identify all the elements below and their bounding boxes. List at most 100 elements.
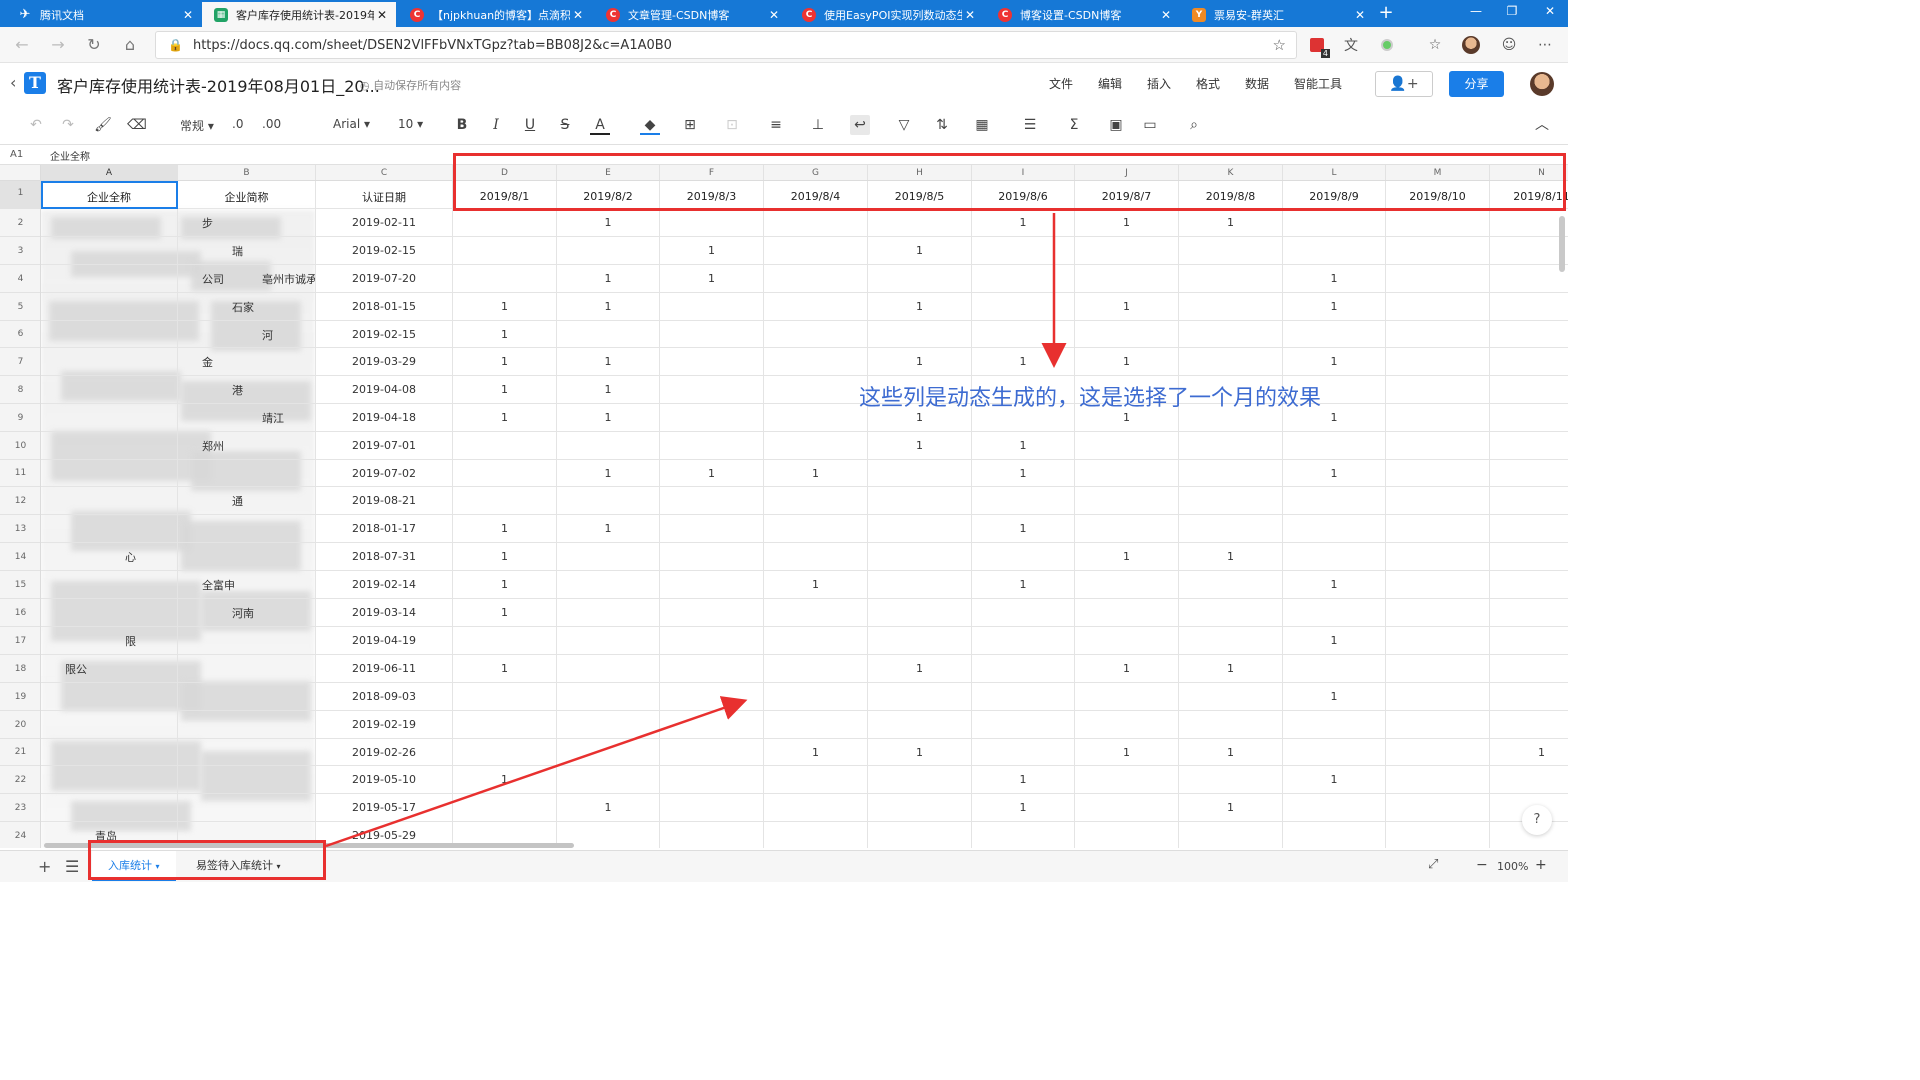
column-header-i[interactable]: I	[972, 165, 1075, 180]
find-replace-icon[interactable]: ⌕	[1184, 115, 1204, 135]
count-cell[interactable]	[972, 487, 1075, 515]
count-cell[interactable]	[972, 822, 1075, 848]
count-cell[interactable]	[1179, 571, 1283, 599]
company-short-name-cell[interactable]	[178, 543, 316, 571]
merge-cells-icon[interactable]: ⊡	[722, 115, 742, 135]
count-cell[interactable]	[868, 627, 972, 655]
browser-tab-sheet[interactable]: ▦ 客户库存使用统计表-2019年08月 ✕	[202, 2, 396, 27]
count-cell[interactable]	[1490, 321, 1568, 348]
count-cell[interactable]	[764, 237, 868, 265]
font-family-select[interactable]: Arial ▾	[333, 117, 370, 131]
count-cell[interactable]: 1	[1283, 627, 1386, 655]
number-format-select[interactable]: 常规 ▾	[180, 117, 214, 134]
count-cell[interactable]	[764, 321, 868, 348]
count-cell[interactable]	[1179, 321, 1283, 348]
count-cell[interactable]	[557, 543, 660, 571]
row-header-4[interactable]: 4	[0, 265, 40, 293]
count-cell[interactable]	[1490, 627, 1568, 655]
cert-date-cell[interactable]: 2019-03-14	[316, 599, 453, 627]
count-cell[interactable]: 1	[557, 404, 660, 432]
sum-function-icon[interactable]: Σ	[1064, 115, 1084, 135]
row-header-21[interactable]: 21	[0, 739, 40, 766]
cert-date-cell[interactable]: 2019-02-14	[316, 571, 453, 599]
bold-icon[interactable]: B	[452, 115, 472, 135]
count-cell[interactable]: 1	[764, 460, 868, 487]
company-short-name-cell[interactable]	[178, 460, 316, 487]
count-cell[interactable]	[557, 739, 660, 766]
help-button[interactable]: ?	[1522, 805, 1552, 835]
company-full-name-cell[interactable]	[41, 321, 178, 348]
count-cell[interactable]	[660, 822, 764, 848]
count-cell[interactable]	[660, 627, 764, 655]
count-cell[interactable]	[660, 209, 764, 237]
formula-input[interactable]: 企业全称	[50, 148, 90, 163]
count-cell[interactable]	[1490, 432, 1568, 460]
horizontal-align-icon[interactable]: ≡	[766, 115, 786, 135]
company-short-name-cell[interactable]	[178, 627, 316, 655]
count-cell[interactable]: 1	[660, 460, 764, 487]
company-full-name-cell[interactable]	[41, 627, 178, 655]
count-cell[interactable]	[453, 739, 557, 766]
count-cell[interactable]	[557, 627, 660, 655]
count-cell[interactable]	[1386, 376, 1490, 404]
row-header-14[interactable]: 14	[0, 543, 40, 571]
company-full-name-cell[interactable]	[41, 487, 178, 515]
count-cell[interactable]: 1	[1075, 739, 1179, 766]
increase-decimal-button[interactable]: .00	[262, 117, 281, 131]
count-cell[interactable]	[1075, 515, 1179, 543]
company-full-name-cell[interactable]	[41, 376, 178, 404]
count-cell[interactable]: 1	[453, 599, 557, 627]
count-cell[interactable]	[1490, 599, 1568, 627]
count-cell[interactable]: 1	[1490, 739, 1568, 766]
count-cell[interactable]	[1179, 711, 1283, 739]
company-short-name-cell[interactable]	[178, 265, 316, 293]
company-short-name-cell[interactable]	[178, 599, 316, 627]
minimize-button[interactable]: —	[1456, 2, 1496, 24]
close-tab-icon[interactable]: ✕	[180, 8, 196, 22]
count-cell[interactable]	[1179, 432, 1283, 460]
count-cell[interactable]	[1386, 237, 1490, 265]
comment-icon[interactable]: ▭	[1140, 115, 1160, 135]
count-cell[interactable]	[764, 432, 868, 460]
row-header-23[interactable]: 23	[0, 794, 40, 822]
count-cell[interactable]	[557, 766, 660, 794]
count-cell[interactable]	[453, 487, 557, 515]
close-window-button[interactable]: ✕	[1530, 2, 1570, 24]
cert-date-cell[interactable]: 2019-07-02	[316, 460, 453, 487]
column-header-m[interactable]: M	[1386, 165, 1490, 180]
count-cell[interactable]: 1	[557, 293, 660, 321]
company-full-name-cell[interactable]	[41, 515, 178, 543]
count-cell[interactable]	[1179, 627, 1283, 655]
count-cell[interactable]	[764, 627, 868, 655]
count-cell[interactable]	[1386, 599, 1490, 627]
count-cell[interactable]	[868, 794, 972, 822]
count-cell[interactable]: 1	[557, 376, 660, 404]
row-header-7[interactable]: 7	[0, 348, 40, 376]
count-cell[interactable]	[868, 321, 972, 348]
count-cell[interactable]	[1490, 515, 1568, 543]
company-full-name-cell[interactable]	[41, 293, 178, 321]
cert-date-cell[interactable]: 2019-08-21	[316, 487, 453, 515]
count-cell[interactable]	[660, 321, 764, 348]
back-to-list-icon[interactable]: ‹	[10, 73, 16, 92]
count-cell[interactable]	[1283, 822, 1386, 848]
count-cell[interactable]	[868, 209, 972, 237]
count-cell[interactable]	[764, 599, 868, 627]
count-cell[interactable]	[868, 599, 972, 627]
count-cell[interactable]	[1283, 655, 1386, 683]
user-avatar[interactable]	[1530, 72, 1554, 96]
cert-date-cell[interactable]: 2019-07-20	[316, 265, 453, 293]
company-short-name-cell[interactable]	[178, 487, 316, 515]
column-header-j[interactable]: J	[1075, 165, 1179, 180]
count-cell[interactable]: 1	[1179, 209, 1283, 237]
cert-date-cell[interactable]: 2019-04-18	[316, 404, 453, 432]
count-cell[interactable]: 1	[453, 293, 557, 321]
count-cell[interactable]	[868, 766, 972, 794]
menu-format[interactable]: 格式	[1196, 75, 1220, 92]
count-cell[interactable]	[557, 237, 660, 265]
count-cell[interactable]	[557, 655, 660, 683]
count-cell[interactable]	[1283, 432, 1386, 460]
menu-smart-tools[interactable]: 智能工具	[1294, 75, 1342, 92]
company-full-name-cell[interactable]	[41, 599, 178, 627]
company-full-name-cell[interactable]	[41, 739, 178, 766]
